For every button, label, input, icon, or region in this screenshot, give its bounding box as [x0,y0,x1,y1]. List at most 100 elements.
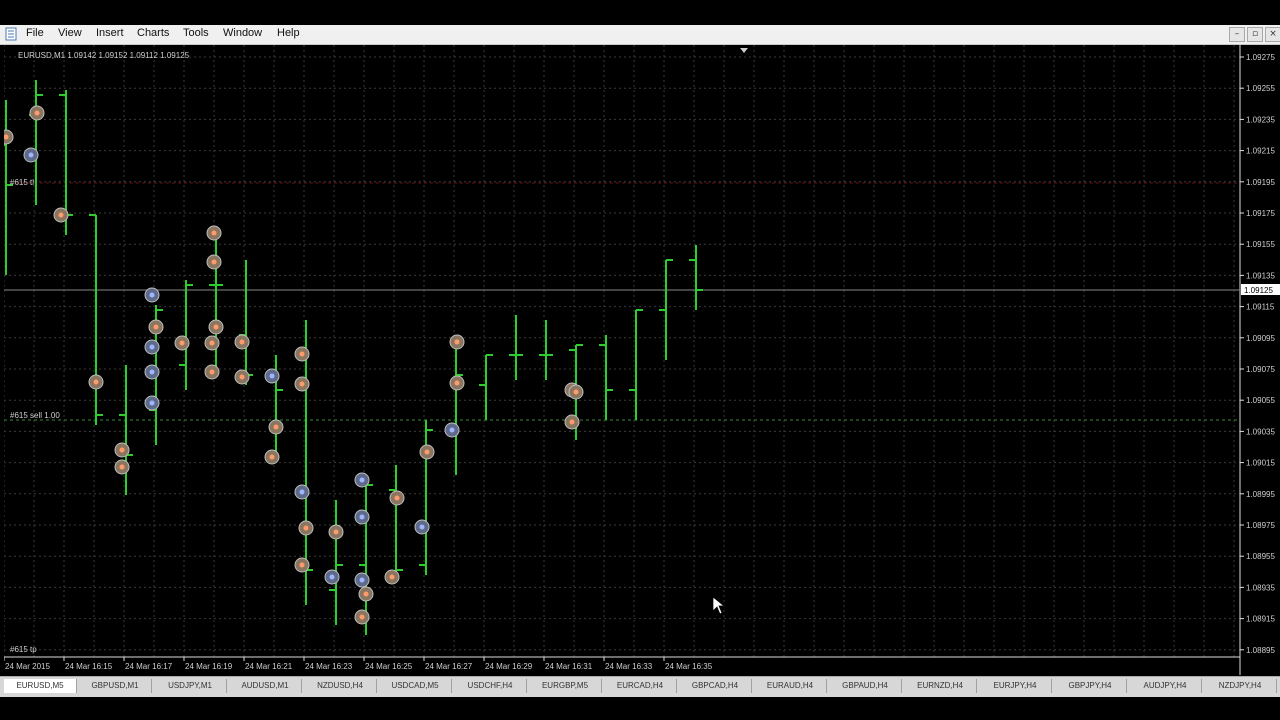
price-chart[interactable]: 1.09275 1.09255 1.09235 1.09215 1.09195 1.091… [4,45,1280,675]
marker-dot [153,324,159,330]
menu-insert[interactable]: Insert [96,27,124,39]
chart-tab[interactable]: USDCAD,M5 [379,679,452,693]
price-label: 1.08915 [1246,615,1275,624]
price-label: 1.08975 [1246,521,1275,530]
chart-tab[interactable]: GBPUSD,M1 [79,679,152,693]
minimize-button[interactable]: – [1229,27,1245,42]
menu-file[interactable]: File [26,27,44,39]
price-label: 1.09175 [1246,209,1275,218]
order-label-sell: #615 sell 1.00 [10,411,60,420]
chart-tab[interactable]: EURNZD,H4 [904,679,977,693]
current-price-label: 1.09125 [1244,286,1273,295]
price-label: 1.08935 [1246,583,1275,592]
menu-tools[interactable]: Tools [183,27,209,39]
price-label: 1.09275 [1246,53,1275,62]
marker-dot [299,489,305,495]
time-label: 24 Mar 16:31 [545,662,593,671]
chart-tab[interactable]: EURAUD,H4 [754,679,827,693]
marker-dot [333,529,339,535]
chart-tab[interactable]: USDJPY,M1 [154,679,227,693]
chart-tab[interactable]: EURJPY,H4 [979,679,1052,693]
chart-tab[interactable]: GBPCAD,H4 [679,679,752,693]
price-label: 1.09235 [1246,115,1275,124]
marker-dot [149,369,155,375]
time-label: 24 Mar 2015 [5,662,50,671]
marker-dot [269,373,275,379]
marker-dot [34,110,40,116]
marker-dot [273,424,279,430]
marker-dot [329,574,335,580]
marker-dot [359,614,365,620]
menu-view[interactable]: View [58,27,82,39]
close-button[interactable]: × [1265,27,1280,42]
time-label: 24 Mar 16:15 [65,662,113,671]
chart-tab[interactable]: USDCHF,H4 [454,679,527,693]
price-label: 1.08895 [1246,646,1275,655]
marker-dot [209,369,215,375]
marker-dot [454,380,460,386]
price-label: 1.09215 [1246,147,1275,156]
chart-tab[interactable]: GBPJPY,H4 [1054,679,1127,693]
marker-dot [239,339,245,345]
price-label: 1.08955 [1246,552,1275,561]
restore-button[interactable]: ▫ [1247,27,1263,42]
marker-dot [299,562,305,568]
marker-dot [211,259,217,265]
price-label: 1.09255 [1246,84,1275,93]
marker-dot [424,449,430,455]
marker-dot [269,454,275,460]
chart-tab[interactable]: EURUSD,M5 [4,679,77,693]
chart-tab[interactable]: NZDJPY,H4 [1204,679,1277,693]
marker-dot [179,340,185,346]
time-label: 24 Mar 16:25 [365,662,413,671]
price-label: 1.09135 [1246,271,1275,280]
price-label: 1.09035 [1246,427,1275,436]
marker-dot [359,477,365,483]
marker-dot [58,212,64,218]
marker-dot [119,464,125,470]
marker-dot [419,524,425,530]
price-label: 1.09155 [1246,240,1275,249]
time-label: 24 Mar 16:27 [425,662,473,671]
chart-tab[interactable]: EURGBP,M5 [529,679,602,693]
marker-dot [209,340,215,346]
marker-dot [573,389,579,395]
marker-dot [454,339,460,345]
chart-tab[interactable]: AUDJPY,H4 [1129,679,1202,693]
chart-tab[interactable]: NZDUSD,H4 [304,679,377,693]
marker-dot [149,400,155,406]
time-label: 24 Mar 16:17 [125,662,173,671]
price-label: 1.09115 [1246,303,1275,312]
time-label: 24 Mar 16:33 [605,662,653,671]
marker-dot [449,427,455,433]
app-icon[interactable] [5,27,17,41]
chart-tab[interactable]: AUDUSD,M1 [229,679,302,693]
time-label: 24 Mar 16:19 [185,662,233,671]
marker-dot [359,514,365,520]
chart-tab[interactable]: EURCAD,H4 [604,679,677,693]
order-label-tp: #615 tp [10,645,37,654]
time-label: 24 Mar 16:35 [665,662,713,671]
chart-tab[interactable]: GBPAUD,H4 [829,679,902,693]
marker-dot [239,374,245,380]
marker-dot [211,230,217,236]
marker-dot [389,574,395,580]
marker-dot [299,351,305,357]
time-label: 24 Mar 16:23 [305,662,353,671]
marker-dot [213,324,219,330]
price-label: 1.08995 [1246,490,1275,499]
marker-dot [303,525,309,531]
chart-header: EURUSD,M1 1.09142 1.09152 1.09112 1.0912… [18,51,190,60]
marker-dot [149,292,155,298]
time-label: 24 Mar 16:29 [485,662,533,671]
price-label: 1.09095 [1246,334,1275,343]
menu-charts[interactable]: Charts [137,27,169,39]
price-label: 1.09195 [1246,178,1275,187]
chart-tabs-bar: EURUSD,M5 GBPUSD,M1 USDJPY,M1 AUDUSD,M1 NZDU… [0,676,1280,697]
menu-help[interactable]: Help [277,27,300,39]
marker-dot [119,447,125,453]
marker-dot [93,379,99,385]
menu-window[interactable]: Window [223,27,262,39]
bottom-strip [0,697,1280,720]
marker-dot [359,577,365,583]
